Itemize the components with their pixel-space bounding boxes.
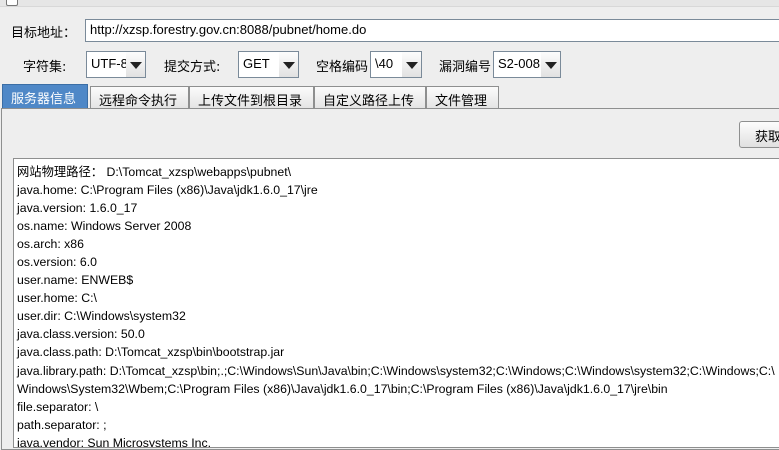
space-encoding-select[interactable]: \40 xyxy=(370,51,422,78)
output-line: java.class.version: 50.0 xyxy=(17,327,145,342)
chevron-down-icon[interactable] xyxy=(126,52,145,77)
space-encoding-value: \40 xyxy=(371,52,404,77)
vuln-id-value: S2-008 xyxy=(494,52,545,77)
output-line: os.version: 6.0 xyxy=(17,255,97,270)
output-line: path.separator: ; xyxy=(17,417,107,432)
tab-upload-root[interactable]: 上传文件到根目录 xyxy=(189,86,314,109)
app-icon xyxy=(6,0,18,6)
tab-remote-command[interactable]: 远程命令执行 xyxy=(90,86,189,109)
method-value: GET xyxy=(239,52,282,77)
output-line: user.home: C:\ xyxy=(17,291,97,306)
output-line: user.dir: C:\Windows\system32 xyxy=(17,309,186,324)
output-line: Windows\System32\Wbem;C:\Program Files (… xyxy=(17,381,668,396)
tab-server-info[interactable]: 服务器信息 xyxy=(2,84,88,109)
output-line: java.vendor: Sun Microsystems Inc. xyxy=(17,435,212,448)
method-label: 提交方式: xyxy=(164,60,221,75)
target-url-label: 目标地址： xyxy=(11,26,77,41)
window-titlebar xyxy=(0,0,779,7)
fetch-button[interactable]: 获取 xyxy=(739,121,779,148)
output-line: java.library.path: D:\Tomcat_xzsp\bin;.;… xyxy=(17,363,775,378)
server-info-output[interactable]: 网站物理路径： D:\Tomcat_xzsp\webapps\pubnet\ j… xyxy=(13,158,779,448)
chevron-down-icon[interactable] xyxy=(279,52,298,77)
output-line: 网站物理路径： D:\Tomcat_xzsp\webapps\pubnet\ xyxy=(17,165,292,179)
vuln-id-label: 漏洞编号 xyxy=(439,60,492,75)
output-line: user.name: ENWEB$ xyxy=(17,273,134,288)
vuln-id-select[interactable]: S2-008 xyxy=(493,51,561,78)
charset-label: 字符集: xyxy=(23,60,67,75)
chevron-down-icon[interactable] xyxy=(541,52,560,77)
charset-value: UTF-8 xyxy=(87,52,130,77)
output-line: java.version: 1.6.0_17 xyxy=(17,201,138,216)
output-line: os.name: Windows Server 2008 xyxy=(17,219,192,234)
output-line: java.class.path: D:\Tomcat_xzsp\bin\boot… xyxy=(17,345,285,360)
output-line: os.arch: x86 xyxy=(17,237,84,252)
tab-file-manager[interactable]: 文件管理 xyxy=(426,86,499,109)
target-url-input[interactable]: http://xzsp.forestry.gov.cn:8088/pubnet/… xyxy=(85,19,779,42)
output-line: file.separator: \ xyxy=(17,399,99,414)
chevron-down-icon[interactable] xyxy=(402,52,421,77)
output-line: java.home: C:\Program Files (x86)\Java\j… xyxy=(17,183,318,198)
space-encoding-label: 空格编码 xyxy=(316,60,369,75)
method-select[interactable]: GET xyxy=(238,51,299,78)
tab-custom-path-upload[interactable]: 自定义路径上传 xyxy=(314,86,426,109)
charset-select[interactable]: UTF-8 xyxy=(86,51,146,78)
